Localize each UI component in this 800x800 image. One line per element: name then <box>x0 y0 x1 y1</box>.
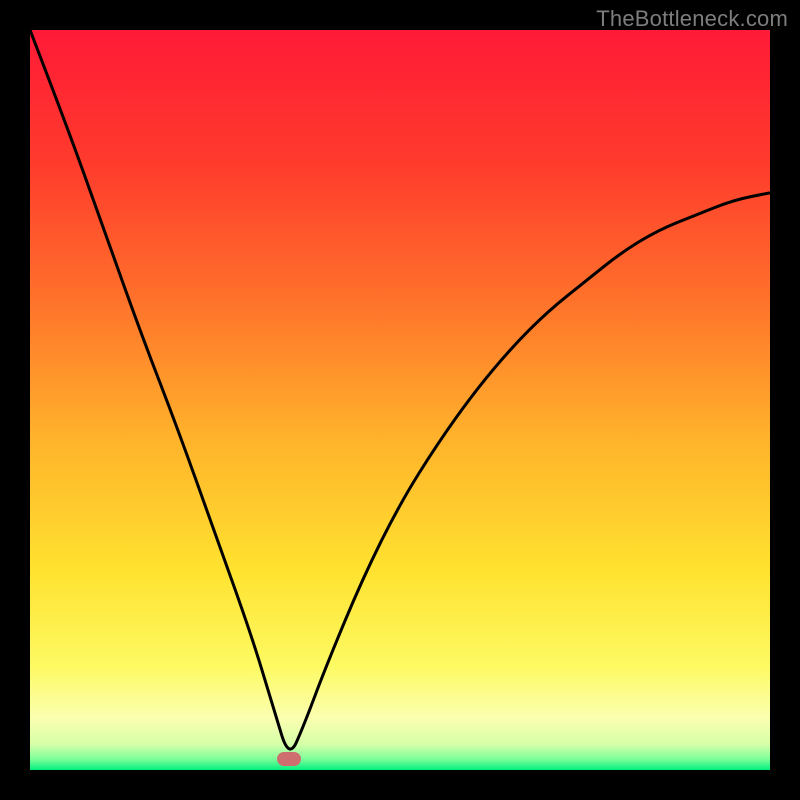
minimum-marker <box>277 752 301 766</box>
chart-container: TheBottleneck.com <box>0 0 800 800</box>
plot-area <box>30 30 770 770</box>
bottleneck-curve <box>30 30 770 770</box>
watermark-text: TheBottleneck.com <box>596 6 788 32</box>
